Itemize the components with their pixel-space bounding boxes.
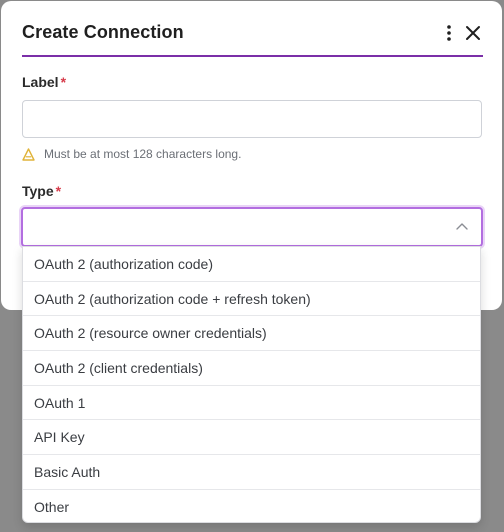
type-option-oauth2-resource-owner-credentials[interactable]: OAuth 2 (resource owner credentials)	[23, 316, 480, 352]
close-icon[interactable]	[465, 25, 481, 41]
type-option-oauth2-client-credentials[interactable]: OAuth 2 (client credentials)	[23, 351, 480, 386]
label-field-label-text: Label	[22, 74, 59, 90]
dialog-title: Create Connection	[22, 22, 184, 42]
type-field-label-text: Type	[22, 183, 54, 199]
type-field-label: Type *	[22, 183, 61, 199]
hint-text: Must be at most 128 characters long.	[44, 147, 242, 161]
label-field-label: Label *	[22, 74, 66, 90]
type-option-oauth1[interactable]: OAuth 1	[23, 386, 480, 421]
type-option-oauth2-authorization-code[interactable]: OAuth 2 (authorization code)	[23, 247, 480, 282]
type-option-basic-auth[interactable]: Basic Auth	[23, 455, 480, 490]
label-hint: Must be at most 128 characters long.	[22, 147, 241, 161]
required-mark: *	[55, 183, 62, 199]
type-dropdown-list: OAuth 2 (authorization code) OAuth 2 (au…	[22, 246, 481, 523]
required-mark: *	[60, 74, 67, 90]
type-option-other[interactable]: Other	[23, 490, 480, 522]
dialog-header: Create Connection	[22, 1, 483, 57]
type-select[interactable]	[21, 207, 483, 247]
type-option-oauth2-authorization-code-refresh-token[interactable]: OAuth 2 (authorization code + refresh to…	[23, 282, 480, 317]
chevron-up-icon	[456, 223, 468, 230]
kebab-icon[interactable]	[441, 24, 457, 42]
warning-triangle-icon	[22, 147, 35, 161]
type-option-api-key[interactable]: API Key	[23, 420, 480, 456]
label-input[interactable]	[22, 100, 482, 138]
